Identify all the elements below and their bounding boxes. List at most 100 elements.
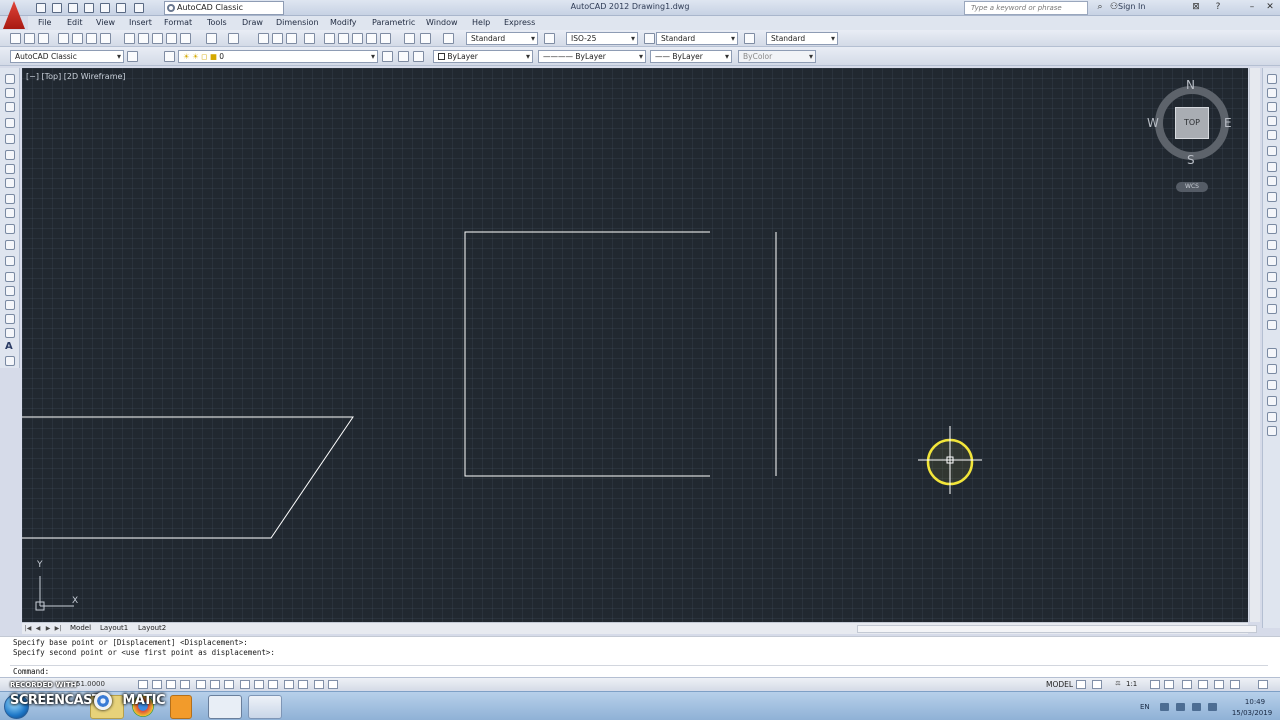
- chamfer-icon[interactable]: [1267, 272, 1277, 282]
- draworder-below-icon[interactable]: [1267, 412, 1277, 422]
- clock-time[interactable]: 10:49: [1238, 698, 1272, 706]
- draworder-back-icon[interactable]: [1267, 380, 1277, 390]
- grid-display-icon[interactable]: [166, 680, 176, 689]
- revision-cloud-icon[interactable]: [5, 178, 15, 188]
- last-tab-icon[interactable]: ▶|: [54, 625, 62, 633]
- layer-properties-icon[interactable]: [164, 51, 175, 62]
- table-icon[interactable]: [5, 328, 15, 338]
- point-icon[interactable]: [5, 272, 15, 282]
- search-input[interactable]: Type a keyword or phrase: [964, 1, 1088, 15]
- cut-icon[interactable]: [124, 33, 135, 44]
- table-style-icon[interactable]: [644, 33, 655, 44]
- tab-model[interactable]: Model: [70, 624, 91, 632]
- vertical-scrollbar[interactable]: [1249, 68, 1260, 622]
- dim-style-select[interactable]: ISO-25: [566, 32, 638, 45]
- transparency-icon[interactable]: [298, 680, 308, 689]
- annotation-scale[interactable]: 1:1: [1126, 680, 1137, 688]
- preview-icon[interactable]: [72, 33, 83, 44]
- blend-icon[interactable]: [1267, 304, 1277, 314]
- rectangle-icon[interactable]: [5, 134, 15, 144]
- 3d-print-icon[interactable]: [100, 33, 111, 44]
- menu-insert[interactable]: Insert: [129, 18, 152, 27]
- menu-file[interactable]: File: [38, 18, 51, 27]
- annotation-scale-icon[interactable]: ⚖: [1114, 680, 1122, 688]
- zoom-window-icon[interactable]: [286, 33, 297, 44]
- layer-previous-icon[interactable]: [398, 51, 409, 62]
- plot-icon[interactable]: [58, 33, 69, 44]
- add-selected-icon[interactable]: [5, 356, 15, 366]
- linetype-select[interactable]: ———— ByLayer: [538, 50, 646, 63]
- menu-window[interactable]: Window: [426, 18, 458, 27]
- model-space-button[interactable]: MODEL: [1046, 680, 1073, 689]
- input-language[interactable]: EN: [1140, 703, 1150, 711]
- break-icon[interactable]: [1267, 240, 1277, 250]
- parallelogram-shape[interactable]: [22, 416, 354, 539]
- markup-icon[interactable]: [380, 33, 391, 44]
- menu-tools[interactable]: Tools: [207, 18, 227, 27]
- menu-parametric[interactable]: Parametric: [372, 18, 415, 27]
- layer-select[interactable]: ☀ ☀ ◻ ■ 0: [178, 50, 378, 63]
- rotate-icon[interactable]: [1267, 162, 1277, 172]
- construction-line-icon[interactable]: [5, 88, 15, 98]
- tab-layout2[interactable]: Layout2: [138, 624, 166, 632]
- rectangle-shape[interactable]: [464, 231, 710, 477]
- make-current-icon[interactable]: [382, 51, 393, 62]
- draworder-front-icon[interactable]: [1267, 364, 1277, 374]
- trim-icon[interactable]: [1267, 208, 1277, 218]
- annotation-visibility-icon[interactable]: [1150, 680, 1160, 689]
- save-as-icon[interactable]: [84, 3, 94, 13]
- toolbar-lock-icon[interactable]: [1198, 680, 1208, 689]
- draworder-icon[interactable]: [1267, 348, 1277, 358]
- new-icon[interactable]: [36, 3, 46, 13]
- zoom-realtime-icon[interactable]: [272, 33, 283, 44]
- volume-icon[interactable]: [1208, 703, 1217, 711]
- paste-icon[interactable]: [152, 33, 163, 44]
- viewcube-top-face[interactable]: TOP: [1175, 107, 1209, 139]
- multileader-style-icon[interactable]: [744, 33, 755, 44]
- compass-south[interactable]: S: [1187, 153, 1195, 167]
- next-tab-icon[interactable]: ▶: [44, 625, 52, 633]
- help-icon[interactable]: ?: [1210, 1, 1226, 14]
- plot-icon[interactable]: [100, 3, 110, 13]
- compass-east[interactable]: E: [1224, 116, 1232, 130]
- explode-icon[interactable]: [1267, 320, 1277, 330]
- polyline-icon[interactable]: [5, 102, 15, 112]
- match-properties-icon[interactable]: [166, 33, 177, 44]
- gradient-icon[interactable]: [5, 300, 15, 310]
- dim-style-icon[interactable]: [544, 33, 555, 44]
- properties-icon[interactable]: [324, 33, 335, 44]
- stretch-icon[interactable]: [1267, 192, 1277, 202]
- insert-block-icon[interactable]: [5, 240, 15, 250]
- extend-icon[interactable]: [1267, 224, 1277, 234]
- tray-icon[interactable]: [1160, 703, 1169, 711]
- text-style-select[interactable]: Standard: [466, 32, 538, 45]
- multiline-text-icon[interactable]: A: [5, 341, 13, 352]
- exchange-icon[interactable]: ⊠: [1188, 1, 1204, 14]
- menu-draw[interactable]: Draw: [242, 18, 263, 27]
- arc-icon[interactable]: [5, 150, 15, 160]
- layer-states-icon[interactable]: [413, 51, 424, 62]
- save-icon[interactable]: [68, 3, 78, 13]
- taskbar-screen-recorder-icon[interactable]: [208, 695, 242, 719]
- previous-tab-icon[interactable]: ◀: [34, 625, 42, 633]
- pan-icon[interactable]: [258, 33, 269, 44]
- lineweight-icon[interactable]: [284, 680, 294, 689]
- auto-scale-icon[interactable]: [1164, 680, 1174, 689]
- close-button[interactable]: ✕: [1262, 1, 1278, 14]
- ortho-mode-icon[interactable]: [180, 680, 190, 689]
- polygon-icon[interactable]: [5, 118, 15, 128]
- undo-icon[interactable]: [206, 33, 217, 44]
- workspace-switching-icon[interactable]: [1182, 680, 1192, 689]
- compass-west[interactable]: W: [1147, 116, 1159, 130]
- infer-constraints-icon[interactable]: [138, 680, 148, 689]
- object-snap-icon[interactable]: [210, 680, 220, 689]
- make-block-icon[interactable]: [5, 256, 15, 266]
- dynamic-input-icon[interactable]: [268, 680, 278, 689]
- open-icon[interactable]: [52, 3, 62, 13]
- quick-view-drawings-icon[interactable]: [1092, 680, 1102, 689]
- selection-cycling-icon[interactable]: [328, 680, 338, 689]
- 3d-object-snap-icon[interactable]: [224, 680, 234, 689]
- redo-icon[interactable]: [134, 3, 144, 13]
- network-icon[interactable]: [1176, 703, 1185, 711]
- menu-dimension[interactable]: Dimension: [276, 18, 319, 27]
